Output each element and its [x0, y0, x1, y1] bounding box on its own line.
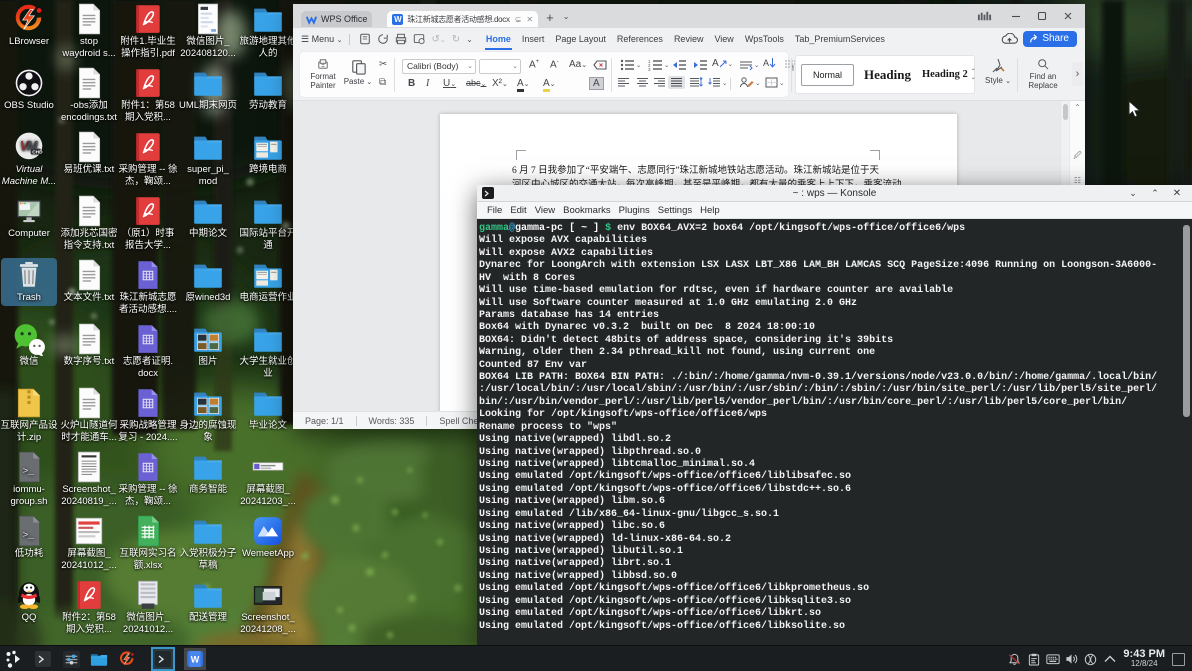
svg-text:W: W	[191, 655, 200, 665]
svg-text:3: 3	[648, 67, 651, 71]
